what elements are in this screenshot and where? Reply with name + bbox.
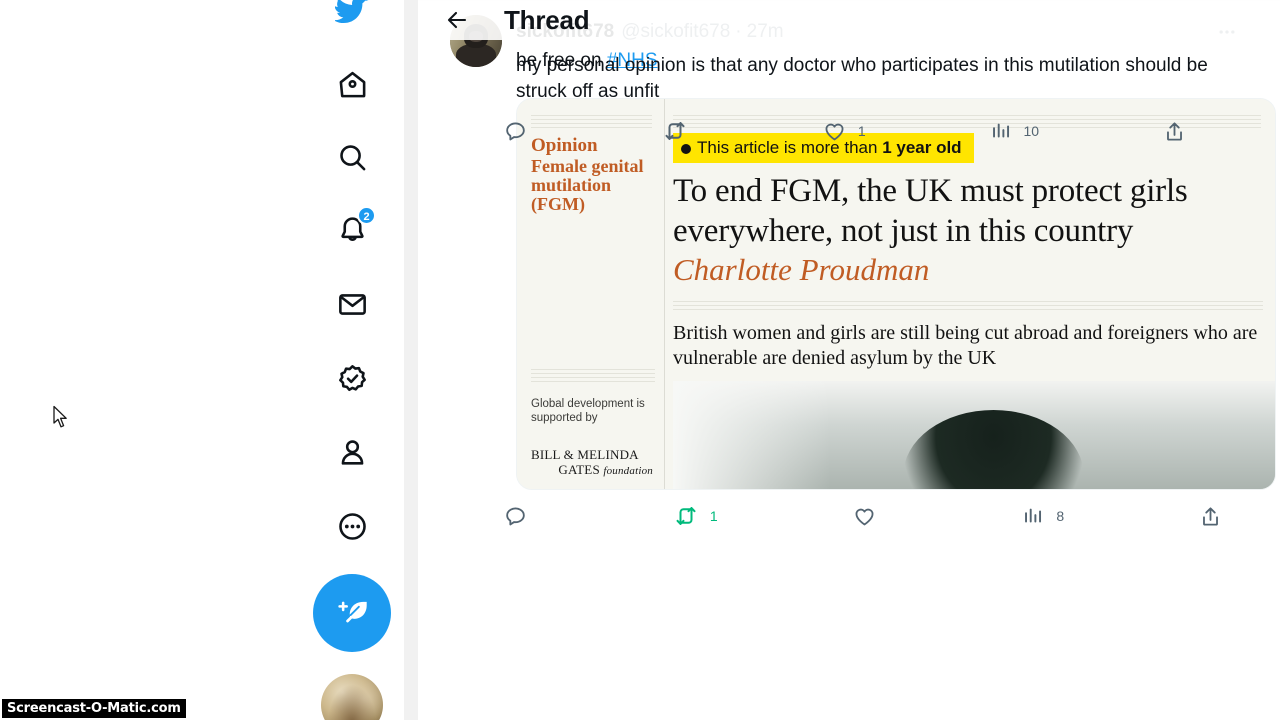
card-left-column: Opinion Female genital mutilation (FGM) … — [517, 99, 665, 489]
verified-badge-icon — [338, 364, 366, 391]
card-right-column: This article is more than 1 year old To … — [665, 99, 1275, 489]
search-icon — [339, 144, 365, 170]
sidebar-item-verified[interactable] — [326, 352, 378, 404]
account-avatar[interactable] — [321, 674, 383, 720]
share-icon — [1167, 121, 1182, 141]
reply-action[interactable] — [504, 120, 539, 143]
gates-foundation-logo: BILL & MELINDA GATES foundation — [531, 447, 655, 479]
tweet-primary-actions: 1 8 — [418, 490, 1280, 542]
like-action[interactable] — [853, 505, 888, 528]
back-arrow-icon — [447, 11, 467, 29]
sidebar-item-notifications[interactable]: 2 — [326, 204, 378, 256]
card-headline: To end FGM, the UK must protect girls ev… — [673, 173, 1188, 249]
tweet-reply-text: my personal opinion is that any doctor w… — [516, 55, 1208, 102]
sidebar-item-more[interactable] — [326, 500, 378, 552]
share-action[interactable] — [1163, 120, 1198, 143]
like-count: 1 — [857, 123, 866, 139]
share-action[interactable] — [1199, 505, 1234, 528]
retweet-icon — [665, 122, 685, 140]
sidebar-item-explore[interactable] — [326, 131, 378, 183]
notifications-badge: 2 — [357, 206, 376, 225]
screen-root: 2 Thread be free on #NHS Opinion Female … — [0, 0, 1280, 720]
thread-header: Thread — [418, 0, 1280, 40]
heart-icon — [855, 508, 873, 525]
mail-icon — [338, 293, 366, 315]
page-title: Thread — [504, 4, 590, 35]
heart-icon — [825, 123, 844, 140]
more-circle-icon — [338, 512, 366, 540]
thread-main-column: Thread be free on #NHS Opinion Female ge… — [418, 0, 1280, 720]
reply-icon — [506, 507, 525, 525]
share-icon — [1203, 506, 1218, 526]
scrollbar-track[interactable] — [404, 0, 820, 720]
screen-recorder-watermark: Screencast-O-Matic.com — [2, 699, 186, 718]
sidebar-item-messages[interactable] — [326, 278, 378, 330]
card-sponsor-text: Global development is supported by — [531, 398, 645, 424]
sidebar-item-home[interactable] — [326, 58, 378, 110]
views-count: 10 — [1023, 123, 1040, 139]
back-button[interactable] — [440, 3, 474, 37]
card-inner: Opinion Female genital mutilation (FGM) … — [517, 99, 1275, 489]
card-kicker-section: Female genital mutilation (FGM) — [531, 156, 644, 214]
left-gutter — [0, 0, 300, 720]
retweet-count: 1 — [709, 508, 718, 524]
analytics-icon — [992, 123, 1009, 138]
sponsor-line-1: BILL & MELINDA — [531, 447, 639, 462]
tweet-reply-actions: 1 10 — [418, 105, 1244, 157]
card-standfirst: British women and girls are still being … — [673, 322, 1258, 369]
retweet-action[interactable]: 1 — [674, 504, 718, 528]
compose-feather-icon — [338, 601, 367, 623]
decorative-rules-standfirst — [673, 301, 1263, 313]
compose-tweet-button[interactable] — [313, 574, 391, 652]
views-action[interactable]: 10 — [990, 120, 1040, 142]
retweet-action[interactable] — [663, 119, 699, 143]
home-icon — [339, 71, 365, 97]
twitter-sidebar-rail: 2 — [300, 0, 404, 720]
card-sponsor-block: Global development is supported by BILL … — [531, 369, 655, 479]
card-byline: Charlotte Proudman — [673, 252, 930, 287]
mouse-pointer-icon — [53, 405, 67, 428]
analytics-icon — [1025, 508, 1042, 523]
views-count: 8 — [1056, 508, 1065, 524]
sponsor-line-2: GATES foundation — [558, 462, 653, 477]
reply-action[interactable] — [504, 505, 539, 528]
sidebar-item-profile[interactable] — [326, 426, 378, 478]
reply-icon — [506, 122, 525, 140]
mouse-cursor — [52, 405, 70, 436]
person-icon — [341, 439, 363, 465]
twitter-logo[interactable] — [326, 0, 378, 36]
card-photo — [673, 381, 1275, 489]
decorative-rules-sponsor — [531, 369, 655, 383]
like-action[interactable]: 1 — [823, 120, 866, 143]
views-action[interactable]: 8 — [1022, 505, 1064, 527]
retweet-icon — [676, 507, 696, 525]
